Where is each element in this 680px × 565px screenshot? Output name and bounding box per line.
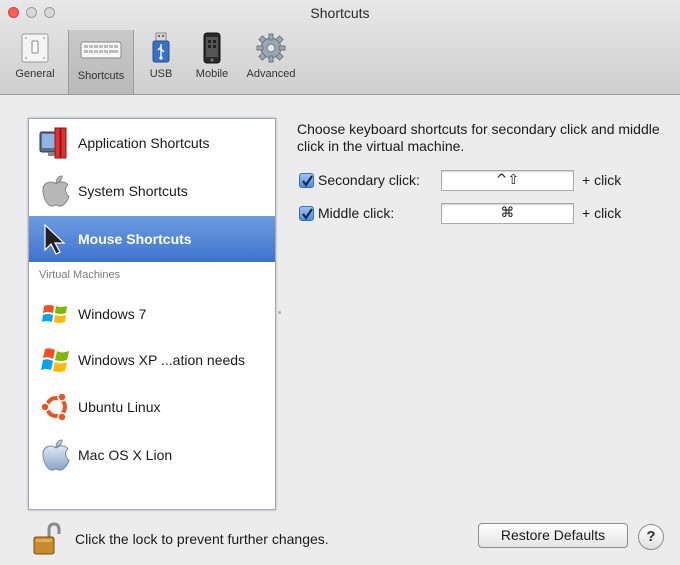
secondary-click-suffix: + click (582, 172, 622, 188)
middle-click-checkbox[interactable] (299, 206, 314, 221)
sidebar-item-label: System Shortcuts (78, 183, 188, 199)
sidebar-item-label: Windows 7 (78, 306, 147, 322)
sidebar-item-label: Mac OS X Lion (78, 447, 173, 463)
keyboard-icon (80, 41, 122, 59)
lock-icon[interactable] (32, 522, 62, 556)
application-shortcuts-icon (39, 127, 67, 159)
usb-icon (152, 32, 170, 63)
toolbar-mobile-label: Mobile (195, 68, 229, 80)
sidebar-item-label: Application Shortcuts (78, 135, 210, 151)
windows-xp-icon (41, 348, 69, 372)
middle-click-shortcut-field[interactable]: ⌘ (441, 203, 574, 224)
toolbar-usb[interactable]: USB (141, 32, 181, 92)
restore-defaults-button[interactable]: Restore Defaults (478, 523, 628, 548)
toolbar-usb-label: USB (149, 68, 173, 80)
title-toolbar: Shortcuts General Shortcuts USB Mobile A… (0, 0, 680, 95)
shortcuts-sidebar: Application Shortcuts System Shortcuts M… (28, 118, 276, 510)
secondary-click-label: Secondary click: (318, 172, 420, 188)
toolbar-advanced-label: Advanced (246, 68, 296, 80)
sidebar-section-header: Virtual Machines (39, 269, 121, 281)
sidebar-item-mac-os-x-lion[interactable]: Mac OS X Lion (29, 432, 275, 478)
toolbar-shortcuts-label: Shortcuts (77, 70, 125, 82)
sidebar-item-label: Ubuntu Linux (78, 399, 161, 415)
middle-click-suffix: + click (582, 205, 622, 221)
gear-icon (256, 33, 286, 63)
checkmark-icon (302, 208, 313, 220)
sidebar-item-windows-xp[interactable]: Windows XP ...ation needs (29, 337, 275, 383)
middle-click-option: Middle click: ⌘ + click (299, 203, 659, 225)
secondary-click-option: Secondary click: ^⇧ + click (299, 170, 659, 192)
split-view-handle[interactable] (278, 311, 281, 314)
windows-7-icon (42, 305, 67, 323)
window-title: Shortcuts (310, 5, 370, 21)
secondary-click-shortcut-field[interactable]: ^⇧ (441, 170, 574, 191)
preferences-window: Shortcuts General Shortcuts USB Mobile A… (0, 0, 680, 565)
toolbar-advanced[interactable]: Advanced (240, 32, 302, 92)
mobile-phone-icon (203, 32, 221, 64)
help-button[interactable]: ? (638, 524, 664, 550)
general-switch-icon (21, 33, 49, 63)
lock-message: Click the lock to prevent further change… (75, 531, 329, 547)
toolbar-general[interactable]: General (10, 32, 60, 92)
sidebar-item-application-shortcuts[interactable]: Application Shortcuts (29, 120, 275, 166)
secondary-click-checkbox[interactable] (299, 173, 314, 188)
toolbar-general-label: General (15, 68, 55, 80)
apple-logo-icon (42, 175, 70, 207)
sidebar-item-label: Mouse Shortcuts (78, 231, 192, 247)
apple-logo-icon (42, 439, 70, 471)
sidebar-item-ubuntu-linux[interactable]: Ubuntu Linux (29, 384, 275, 430)
description-text: Choose keyboard shortcuts for secondary … (297, 121, 660, 154)
mouse-pointer-icon (44, 223, 66, 255)
sidebar-item-system-shortcuts[interactable]: System Shortcuts (29, 168, 275, 214)
middle-click-label: Middle click: (318, 205, 395, 221)
ubuntu-icon (40, 392, 67, 422)
checkmark-icon (302, 175, 313, 187)
sidebar-item-mouse-shortcuts[interactable]: Mouse Shortcuts (29, 216, 275, 262)
sidebar-item-windows-7[interactable]: Windows 7 (29, 291, 275, 337)
sidebar-item-label: Windows XP ...ation needs (78, 352, 246, 368)
toolbar-mobile[interactable]: Mobile (190, 32, 234, 92)
toolbar-shortcuts[interactable]: Shortcuts (68, 30, 134, 94)
